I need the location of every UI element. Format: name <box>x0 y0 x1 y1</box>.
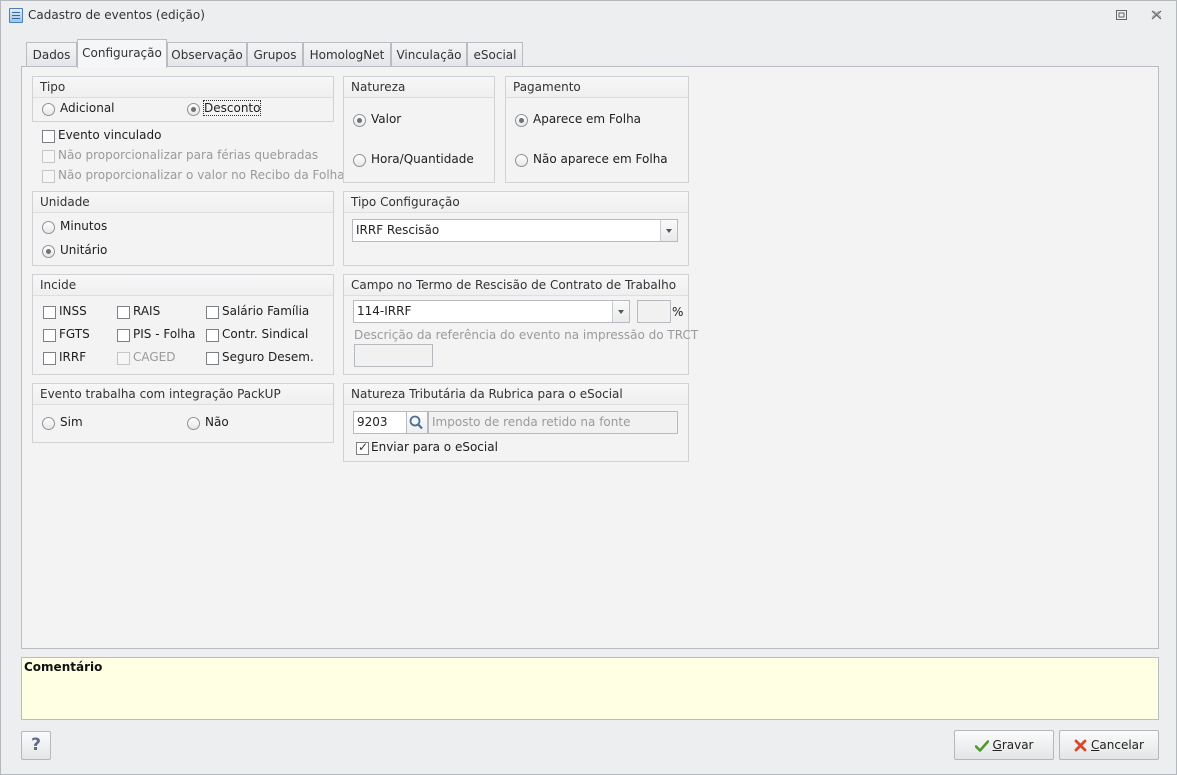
title-bar: Cadastro de eventos (edição) <box>1 1 1176 31</box>
checkbox-evento-vinculado-label[interactable]: Evento vinculado <box>58 128 161 142</box>
checkbox-inss[interactable] <box>43 306 56 319</box>
campo-trct-desc-label: Descrição da referência do evento na imp… <box>354 328 699 342</box>
checkbox-fgts-label[interactable]: FGTS <box>59 327 90 341</box>
checkbox-seguro-desem-label[interactable]: Seguro Desem. <box>222 350 314 364</box>
campo-trct-desc-input[interactable] <box>354 344 433 367</box>
checkbox-irrf[interactable] <box>43 352 56 365</box>
radio-unitario-label[interactable]: Unitário <box>60 243 107 257</box>
gravar-button[interactable]: Gravar <box>954 730 1054 760</box>
checkbox-rais-label[interactable]: RAIS <box>133 304 160 318</box>
group-tipo-title: Tipo <box>33 77 333 98</box>
tipo-configuracao-select[interactable]: IRRF Rescisão <box>352 219 678 242</box>
group-natureza: Natureza <box>343 76 495 183</box>
radio-sim[interactable] <box>42 417 55 430</box>
radio-desconto[interactable] <box>187 103 200 116</box>
close-icon[interactable] <box>1148 8 1164 24</box>
natureza-tributaria-description: Imposto de renda retido na fonte <box>428 411 678 434</box>
tipo-configuracao-value: IRRF Rescisão <box>356 223 440 237</box>
radio-nao-aparece-folha-label[interactable]: Não aparece em Folha <box>533 152 668 166</box>
checkmark-icon <box>974 739 989 752</box>
radio-aparece-folha[interactable] <box>515 114 528 127</box>
checkbox-irrf-label[interactable]: IRRF <box>59 350 86 364</box>
cross-icon <box>1074 739 1087 752</box>
group-campo-trct-title: Campo no Termo de Rescisão de Contrato d… <box>344 275 688 296</box>
checkbox-seguro-desem[interactable] <box>206 352 219 365</box>
checkbox-evento-vinculado[interactable] <box>42 130 55 143</box>
gravar-mnemonic: G <box>992 738 1002 752</box>
checkbox-inss-label[interactable]: INSS <box>59 304 87 318</box>
group-tipo: Tipo <box>32 76 334 122</box>
checkbox-rais[interactable] <box>117 306 130 319</box>
cancelar-label: ancelar <box>1099 738 1144 752</box>
checkbox-pis-folha[interactable] <box>117 329 130 342</box>
group-packup: Evento trabalha com integração PackUP <box>32 383 334 443</box>
radio-unitario[interactable] <box>42 245 55 258</box>
chevron-down-icon[interactable] <box>612 301 629 322</box>
checkbox-enviar-esocial[interactable] <box>356 440 369 455</box>
campo-trct-value: 114-IRRF <box>357 304 412 318</box>
campo-trct-select[interactable]: 114-IRRF <box>353 300 630 323</box>
tab-homolognet[interactable]: HomologNet <box>303 42 391 67</box>
radio-valor[interactable] <box>353 114 366 127</box>
window: Cadastro de eventos (edição) Dados Confi… <box>0 0 1177 775</box>
percent-label: % <box>672 305 684 319</box>
tab-dados[interactable]: Dados <box>26 42 77 67</box>
checkbox-salario-familia-label[interactable]: Salário Família <box>222 304 309 318</box>
search-icon[interactable] <box>407 411 428 434</box>
checkbox-nao-proporcionalizar-ferias-label[interactable]: Não proporcionalizar para férias quebrad… <box>58 148 318 162</box>
window-title: Cadastro de eventos (edição) <box>28 8 205 22</box>
chevron-down-icon[interactable] <box>660 220 677 241</box>
group-pagamento-title: Pagamento <box>506 77 688 98</box>
radio-hora-quantidade[interactable] <box>353 154 366 167</box>
radio-nao[interactable] <box>187 417 200 430</box>
radio-hora-quantidade-label[interactable]: Hora/Quantidade <box>371 152 474 166</box>
radio-aparece-folha-label[interactable]: Aparece em Folha <box>533 112 641 126</box>
checkbox-contr-sindical-label[interactable]: Contr. Sindical <box>222 327 308 341</box>
natureza-tributaria-code-input[interactable]: 9203 <box>353 411 407 434</box>
tab-esocial[interactable]: eSocial <box>467 42 523 67</box>
comment-area[interactable]: Comentário <box>21 657 1159 720</box>
comment-label: Comentário <box>24 660 103 674</box>
radio-nao-label[interactable]: Não <box>205 415 229 429</box>
group-pagamento: Pagamento <box>505 76 689 183</box>
tab-vinculacao[interactable]: Vinculação <box>391 42 467 67</box>
tab-configuracao[interactable]: Configuração <box>77 39 167 68</box>
group-natureza-title: Natureza <box>344 77 494 98</box>
tab-grupos[interactable]: Grupos <box>247 42 303 67</box>
checkbox-nao-proporcionalizar-ferias[interactable] <box>42 150 55 163</box>
checkbox-salario-familia[interactable] <box>206 306 219 319</box>
radio-sim-label[interactable]: Sim <box>60 415 83 429</box>
radio-nao-aparece-folha[interactable] <box>515 154 528 167</box>
radio-minutos-label[interactable]: Minutos <box>60 219 107 233</box>
app-icon <box>9 8 23 23</box>
group-unidade-title: Unidade <box>33 192 333 213</box>
campo-trct-percent-input[interactable] <box>637 300 671 323</box>
group-natureza-tributaria-title: Natureza Tributária da Rubrica para o eS… <box>344 384 688 405</box>
radio-desconto-label[interactable]: Desconto <box>202 100 262 116</box>
checkbox-nao-proporcionalizar-recibo-label[interactable]: Não proporcionalizar o valor no Recibo d… <box>58 168 345 182</box>
checkbox-fgts[interactable] <box>43 329 56 342</box>
help-button[interactable]: ? <box>21 731 51 760</box>
gravar-label: ravar <box>1001 738 1034 752</box>
radio-adicional[interactable] <box>42 103 55 116</box>
group-incide-title: Incide <box>33 275 333 296</box>
checkbox-nao-proporcionalizar-recibo[interactable] <box>42 170 55 183</box>
radio-minutos[interactable] <box>42 221 55 234</box>
group-tipo-configuracao-title: Tipo Configuração <box>344 192 688 213</box>
tab-observacao[interactable]: Observação <box>167 42 247 67</box>
radio-adicional-label[interactable]: Adicional <box>60 101 115 115</box>
restore-icon[interactable] <box>1113 8 1129 24</box>
cancelar-button[interactable]: Cancelar <box>1059 730 1159 760</box>
radio-valor-label[interactable]: Valor <box>371 112 401 126</box>
checkbox-caged-label[interactable]: CAGED <box>133 350 176 364</box>
checkbox-pis-folha-label[interactable]: PIS - Folha <box>133 327 195 341</box>
group-packup-title: Evento trabalha com integração PackUP <box>33 384 333 405</box>
checkbox-caged[interactable] <box>117 352 130 365</box>
checkbox-contr-sindical[interactable] <box>206 329 219 342</box>
checkbox-enviar-esocial-label[interactable]: Enviar para o eSocial <box>371 440 498 454</box>
